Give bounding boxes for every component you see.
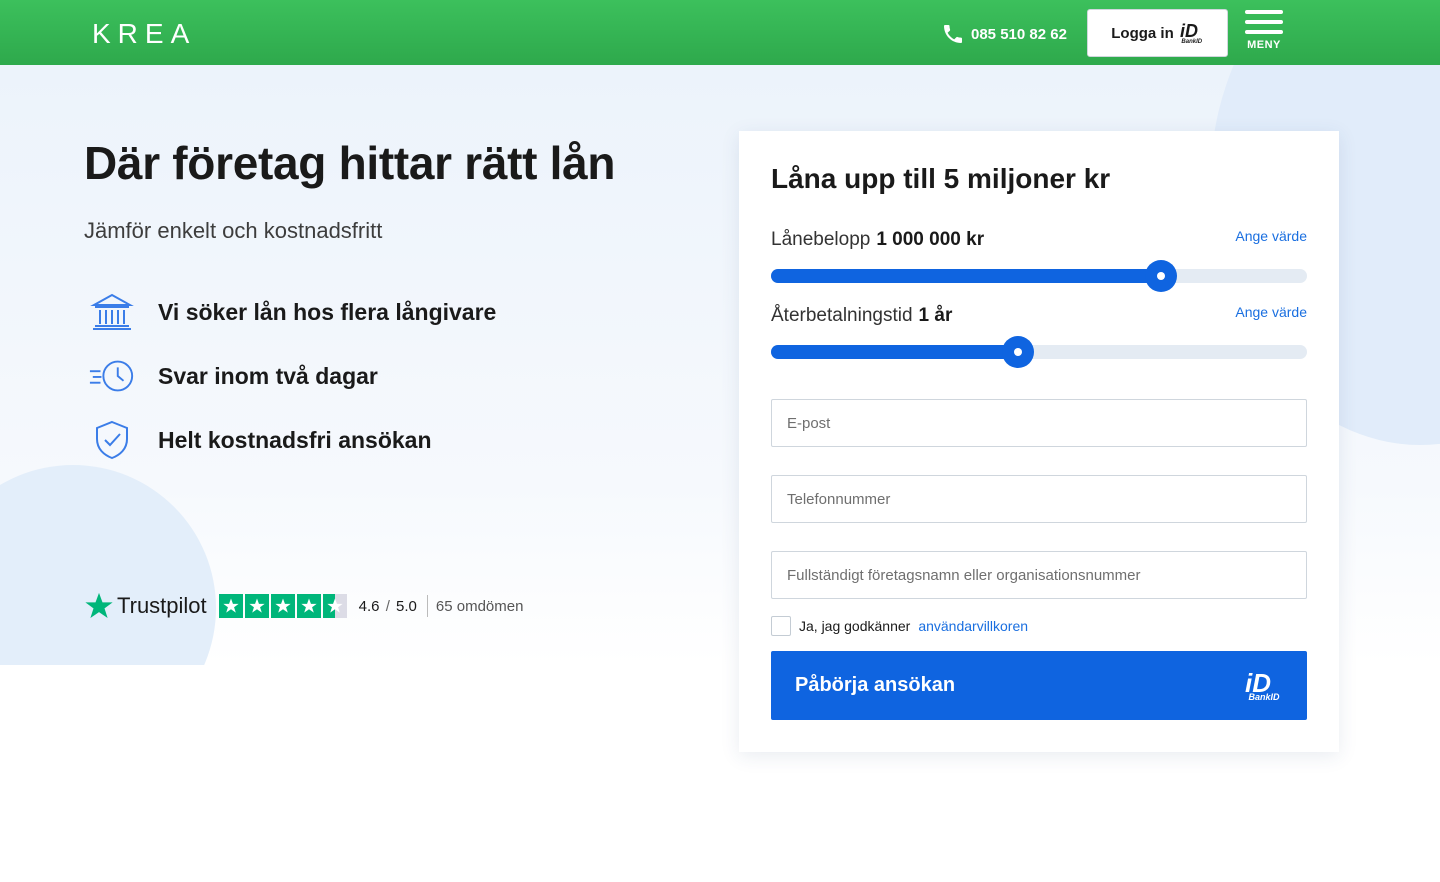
menu-button[interactable]: MENY <box>1244 10 1284 51</box>
feature-item-response: Svar inom två dagar <box>88 356 378 396</box>
hamburger-icon <box>1244 10 1284 34</box>
trustpilot-rating: 4.6 / 5.0 <box>358 597 417 615</box>
trustpilot-widget[interactable]: Trustpilot 4.6 / 5.0 65 omdömen <box>84 591 523 621</box>
start-application-button[interactable]: Påbörja ansökan iD BankID <box>771 651 1307 720</box>
amount-value: 1 000 000 kr <box>876 229 985 250</box>
form-title: Låna upp till 5 miljoner kr <box>771 163 1111 194</box>
amount-slider-thumb[interactable] <box>1144 260 1177 292</box>
amount-slider-fill <box>771 269 1161 283</box>
star-icon <box>296 594 321 618</box>
clock-icon <box>88 356 136 396</box>
shield-check-icon <box>88 420 136 460</box>
consent-checkbox[interactable] <box>771 616 791 636</box>
term-slider-fill <box>771 345 1018 359</box>
consent-text: Ja, jag godkänner <box>799 618 911 634</box>
amount-label: Lånebelopp 1 000 000 kr <box>771 229 985 250</box>
feature-text: Vi söker lån hos flera långivare <box>158 298 497 325</box>
company-field[interactable] <box>771 551 1307 599</box>
submit-label: Påbörja ansökan <box>795 674 956 696</box>
term-slider[interactable] <box>771 336 1307 368</box>
trustpilot-stars <box>218 594 347 618</box>
loan-form-card: Låna upp till 5 miljoner kr Lånebelopp 1 … <box>739 131 1339 752</box>
term-enter-value-link[interactable]: Ange värde <box>1235 304 1307 320</box>
bankid-icon: iD BankID <box>1179 21 1203 45</box>
trustpilot-review-count[interactable]: 65 omdömen <box>436 598 524 615</box>
bank-icon <box>88 292 136 332</box>
feature-item-lenders: Vi söker lån hos flera långivare <box>88 292 496 332</box>
svg-text:iD: iD <box>1245 670 1271 694</box>
feature-item-free: Helt kostnadsfri ansökan <box>88 420 432 460</box>
star-icon <box>218 594 243 618</box>
trustpilot-star-icon <box>85 592 113 618</box>
feature-text: Svar inom två dagar <box>158 362 378 389</box>
consent-row: Ja, jag godkänner användarvillkoren <box>771 616 1028 636</box>
term-label: Återbetalningstid 1 år <box>771 305 953 326</box>
term-value: 1 år <box>918 305 953 326</box>
site-header: KREA 085 510 82 62 Logga in iD BankID ME… <box>0 0 1440 65</box>
menu-label: MENY <box>1247 39 1281 51</box>
phone-number: 085 510 82 62 <box>971 25 1067 43</box>
trustpilot-logo: Trustpilot <box>84 591 207 621</box>
bankid-icon: iD BankID <box>1245 669 1280 702</box>
login-button[interactable]: Logga in iD BankID <box>1087 9 1228 57</box>
feature-text: Helt kostnadsfri ansökan <box>158 426 432 453</box>
krea-logo[interactable]: KREA <box>92 18 196 50</box>
decor-circle-left <box>0 465 216 665</box>
divider <box>426 595 428 617</box>
page-subtitle: Jämför enkelt och kostnadsfritt <box>84 218 383 243</box>
phone-link[interactable]: 085 510 82 62 <box>941 22 1067 46</box>
amount-slider[interactable] <box>771 260 1307 292</box>
term-slider-thumb[interactable] <box>1001 336 1034 368</box>
phone-field[interactable] <box>771 475 1307 523</box>
login-label: Logga in <box>1111 24 1174 42</box>
trustpilot-brand: Trustpilot <box>117 593 207 618</box>
star-icon <box>244 594 269 618</box>
svg-text:iD: iD <box>1180 22 1198 39</box>
terms-link[interactable]: användarvillkoren <box>918 618 1028 634</box>
half-star-icon <box>322 594 347 618</box>
phone-icon <box>944 25 962 43</box>
amount-enter-value-link[interactable]: Ange värde <box>1235 228 1307 244</box>
email-field[interactable] <box>771 399 1307 447</box>
star-icon <box>270 594 295 618</box>
page-title: Där företag hittar rätt lån <box>84 137 616 189</box>
